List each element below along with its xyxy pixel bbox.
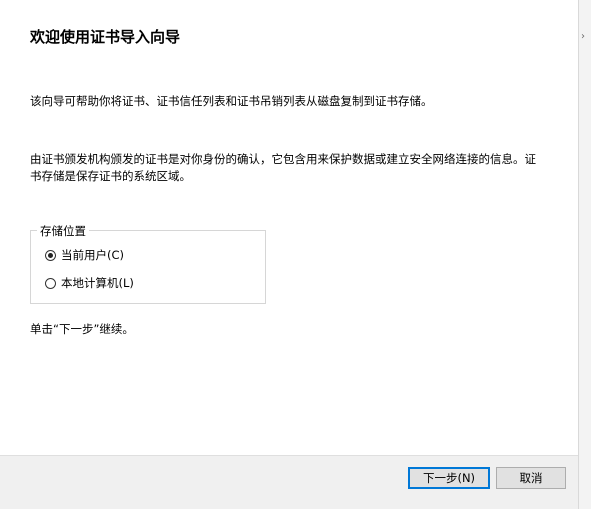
chevron-right-icon[interactable]: › (581, 32, 585, 42)
next-button[interactable]: 下一步(N) (408, 467, 490, 489)
certificate-import-wizard: 欢迎使用证书导入向导 该向导可帮助你将证书、证书信任列表和证书吊销列表从磁盘复制… (0, 0, 591, 509)
side-panel-strip: › (578, 0, 591, 509)
page-title: 欢迎使用证书导入向导 (30, 28, 181, 46)
wizard-footer: 下一步(N) 取消 (0, 455, 578, 509)
cancel-button[interactable]: 取消 (496, 467, 566, 489)
radio-current-user-indicator[interactable] (45, 249, 56, 261)
radio-local-machine[interactable]: 本地计算机(L) (45, 275, 134, 291)
continue-hint: 单击“下一步”继续。 (30, 322, 134, 336)
radio-local-machine-label: 本地计算机(L) (61, 276, 134, 290)
wizard-content: 欢迎使用证书导入向导 该向导可帮助你将证书、证书信任列表和证书吊销列表从磁盘复制… (0, 0, 578, 455)
store-location-group: 存储位置 当前用户(C) 本地计算机(L) (30, 223, 266, 304)
radio-current-user[interactable]: 当前用户(C) (45, 247, 124, 263)
radio-local-machine-indicator[interactable] (45, 277, 56, 289)
description-text: 由证书颁发机构颁发的证书是对你身份的确认，它包含用来保护数据或建立安全网络连接的… (30, 152, 536, 183)
store-location-legend: 存储位置 (37, 223, 89, 239)
intro-text: 该向导可帮助你将证书、证书信任列表和证书吊销列表从磁盘复制到证书存储。 (30, 94, 433, 108)
radio-current-user-label: 当前用户(C) (61, 248, 125, 262)
